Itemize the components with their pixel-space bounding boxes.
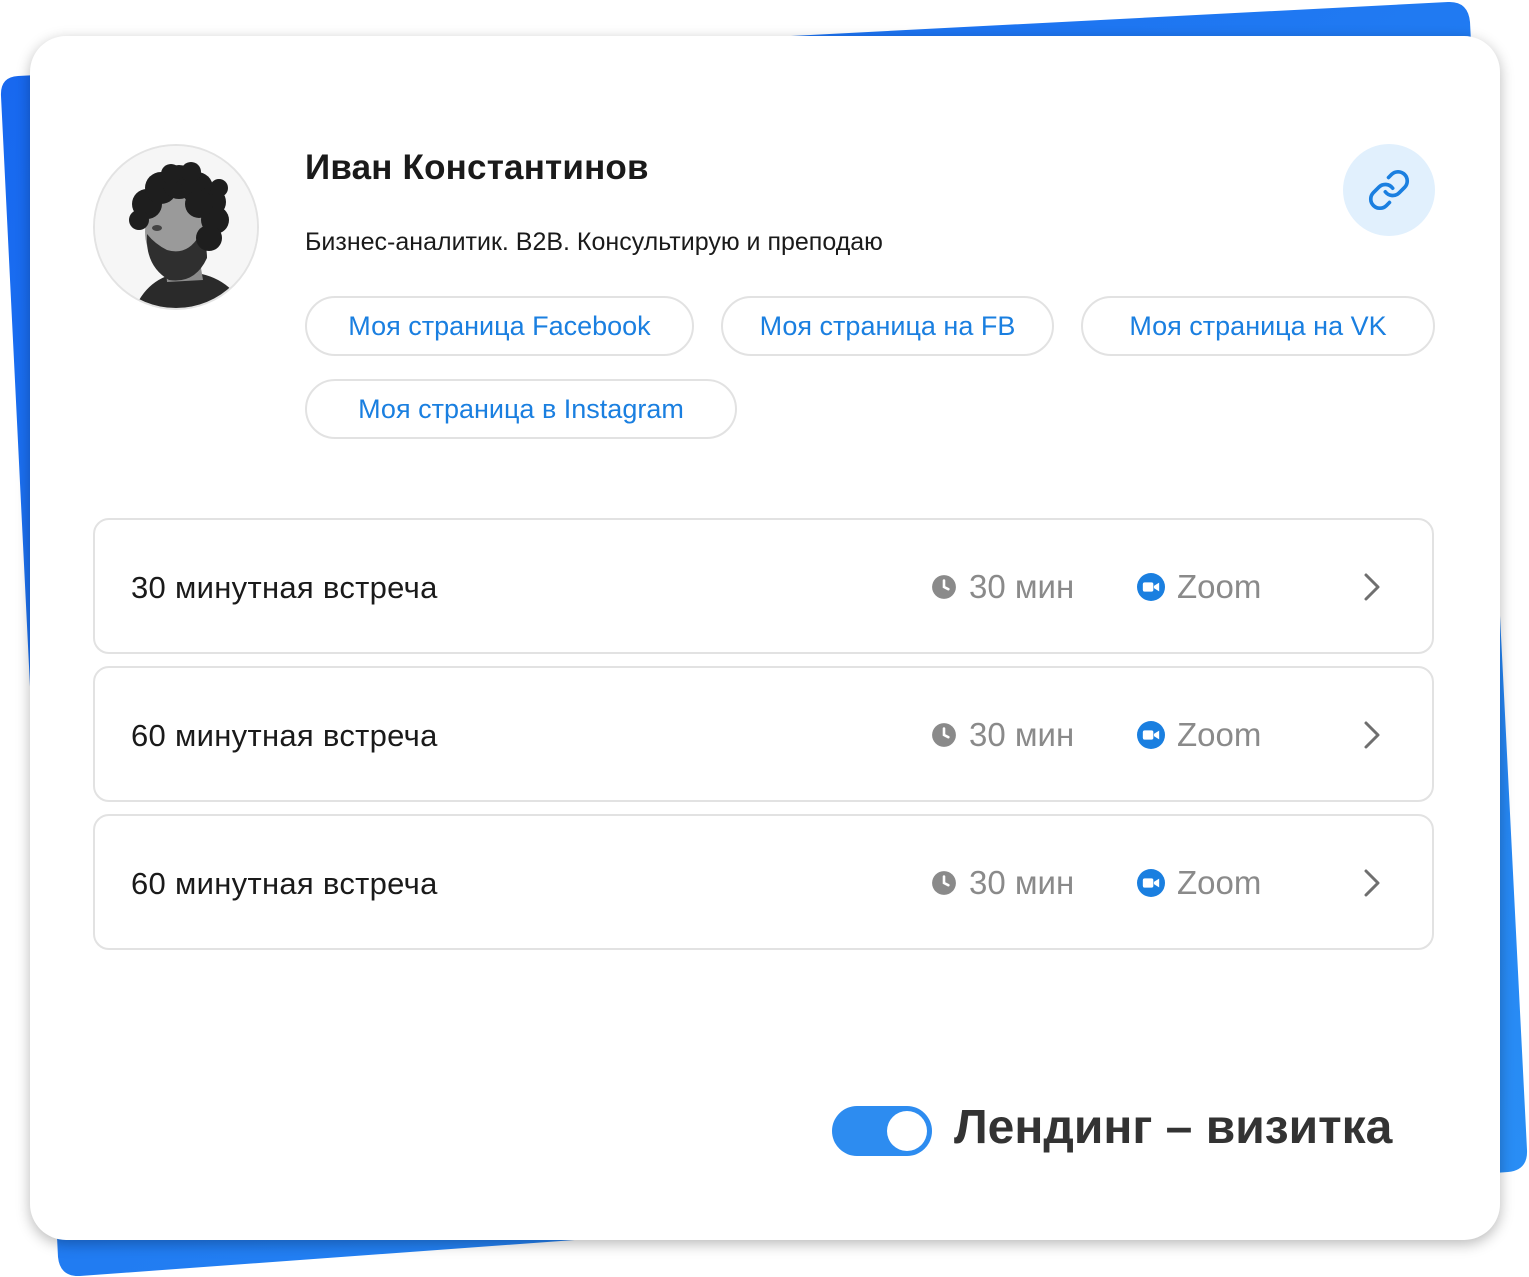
chevron-right-icon xyxy=(1364,721,1380,749)
user-photo-icon xyxy=(95,146,257,308)
event-duration: 30 мин xyxy=(931,716,1074,754)
event-row[interactable]: 60 минутная встреча 30 мин Zoom xyxy=(93,666,1434,802)
clock-icon xyxy=(932,723,956,747)
event-duration-text: 30 мин xyxy=(969,716,1075,753)
event-platform-text: Zoom xyxy=(1177,568,1262,605)
event-duration: 30 мин xyxy=(931,568,1074,606)
profile-name: Иван Константинов xyxy=(305,148,649,187)
link-icon xyxy=(1368,169,1410,211)
chevron-right-icon xyxy=(1364,869,1380,897)
zoom-icon xyxy=(1137,721,1165,749)
event-duration-text: 30 мин xyxy=(969,864,1075,901)
copy-link-button[interactable] xyxy=(1343,144,1435,236)
event-row[interactable]: 60 минутная встреча 30 мин Zoom xyxy=(93,814,1434,950)
event-title: 60 минутная встреча xyxy=(131,866,438,901)
landing-toggle[interactable] xyxy=(832,1106,932,1156)
event-platform-text: Zoom xyxy=(1177,716,1262,753)
clock-icon xyxy=(932,871,956,895)
social-link-vk[interactable]: Моя страница на VK xyxy=(1081,296,1435,356)
event-platform-text: Zoom xyxy=(1177,864,1262,901)
event-duration-text: 30 мин xyxy=(969,568,1075,605)
chevron-right-icon xyxy=(1364,573,1380,601)
event-duration: 30 мин xyxy=(931,864,1074,902)
social-link-facebook[interactable]: Моя страница Facebook xyxy=(305,296,694,356)
profile-bio: Бизнес-аналитик. B2B. Консультирую и пре… xyxy=(305,228,883,256)
stage: Иван Константинов Бизнес-аналитик. B2B. … xyxy=(0,0,1529,1277)
avatar xyxy=(93,144,259,310)
profile-card: Иван Константинов Бизнес-аналитик. B2B. … xyxy=(30,36,1500,1240)
event-title: 60 минутная встреча xyxy=(131,718,438,753)
event-title: 30 минутная встреча xyxy=(131,570,438,605)
event-platform: Zoom xyxy=(1137,864,1261,902)
zoom-icon xyxy=(1137,869,1165,897)
landing-toggle-label: Лендинг – визитка xyxy=(954,1101,1393,1154)
event-platform: Zoom xyxy=(1137,568,1261,606)
zoom-icon xyxy=(1137,573,1165,601)
event-platform: Zoom xyxy=(1137,716,1261,754)
clock-icon xyxy=(932,575,956,599)
social-link-fb[interactable]: Моя страница на FB xyxy=(721,296,1054,356)
event-row[interactable]: 30 минутная встреча 30 мин Zoom xyxy=(93,518,1434,654)
social-link-instagram[interactable]: Моя страница в Instagram xyxy=(305,379,737,439)
toggle-knob xyxy=(887,1111,927,1151)
